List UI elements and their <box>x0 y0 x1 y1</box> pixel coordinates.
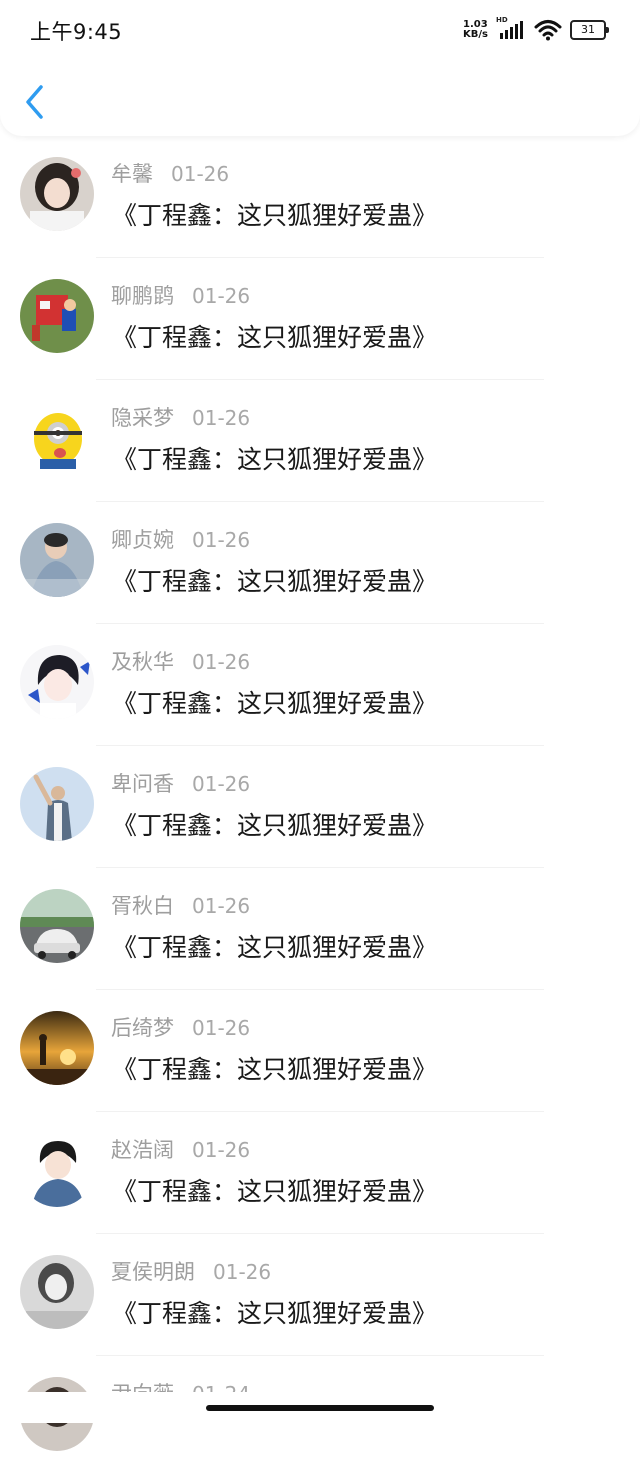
user-avatar[interactable] <box>20 1011 94 1085</box>
list-item[interactable]: 胥秋白 01-26 《丁程鑫：这只狐狸好爱蛊》 <box>0 868 640 990</box>
comment-title[interactable]: 《丁程鑫：这只狐狸好爱蛊》 <box>112 806 437 842</box>
comment-date: 01-26 <box>192 894 251 918</box>
user-name[interactable]: 后绮梦 <box>111 1016 174 1040</box>
user-avatar[interactable] <box>20 645 94 719</box>
back-button[interactable] <box>22 84 48 120</box>
comment-meta: 聊鹏鹍 01-26 <box>111 280 250 310</box>
comment-title[interactable]: 《丁程鑫：这只狐狸好爱蛊》 <box>112 684 437 720</box>
comment-meta: 隐采梦 01-26 <box>111 402 250 432</box>
network-speed-unit: KB/s <box>463 29 488 40</box>
comment-date: 01-26 <box>192 284 251 308</box>
comment-meta: 牟馨 01-26 <box>111 158 229 188</box>
user-name[interactable]: 及秋华 <box>111 650 174 674</box>
user-name[interactable]: 夏侯明朗 <box>111 1260 195 1284</box>
top-header: 上午9:45 1.03 KB/s HD 31 <box>0 0 640 136</box>
user-avatar[interactable] <box>20 1133 94 1207</box>
chevron-left-icon <box>26 85 43 119</box>
home-indicator[interactable] <box>206 1405 434 1411</box>
comment-title[interactable]: 《丁程鑫：这只狐狸好爱蛊》 <box>112 1294 437 1330</box>
comment-date: 01-26 <box>192 528 251 552</box>
comment-meta: 赵浩阔 01-26 <box>111 1134 250 1164</box>
comment-title[interactable]: 《丁程鑫：这只狐狸好爱蛊》 <box>112 1050 437 1086</box>
wifi-icon <box>534 19 562 41</box>
comment-date: 01-26 <box>213 1260 272 1284</box>
cellular-signal-icon: HD <box>496 16 526 41</box>
comment-date: 01-26 <box>192 772 251 796</box>
user-name[interactable]: 赵浩阔 <box>111 1138 174 1162</box>
network-speed: 1.03 KB/s <box>463 20 488 40</box>
list-item[interactable]: 赵浩阔 01-26 《丁程鑫：这只狐狸好爱蛊》 <box>0 1112 640 1234</box>
list-item[interactable]: 及秋华 01-26 《丁程鑫：这只狐狸好爱蛊》 <box>0 624 640 746</box>
comment-title[interactable]: 《丁程鑫：这只狐狸好爱蛊》 <box>112 440 437 476</box>
comment-title[interactable]: 《丁程鑫：这只狐狸好爱蛊》 <box>112 562 437 598</box>
list-item[interactable]: 夏侯明朗 01-26 《丁程鑫：这只狐狸好爱蛊》 <box>0 1234 640 1356</box>
list-item[interactable]: 聊鹏鹍 01-26 《丁程鑫：这只狐狸好爱蛊》 <box>0 258 640 380</box>
status-time: 上午9:45 <box>30 20 123 44</box>
user-name[interactable]: 隐采梦 <box>111 406 174 430</box>
comment-date: 01-26 <box>192 406 251 430</box>
comment-meta: 卑问香 01-26 <box>111 768 250 798</box>
user-avatar[interactable] <box>20 523 94 597</box>
comment-title[interactable]: 《丁程鑫：这只狐狸好爱蛊》 <box>112 318 437 354</box>
user-name[interactable]: 牟馨 <box>111 162 153 186</box>
user-avatar[interactable] <box>20 767 94 841</box>
comment-date: 01-26 <box>192 650 251 674</box>
comment-meta: 夏侯明朗 01-26 <box>111 1256 271 1286</box>
list-item[interactable]: 卑问香 01-26 《丁程鑫：这只狐狸好爱蛊》 <box>0 746 640 868</box>
status-bar: 上午9:45 1.03 KB/s HD 31 <box>0 0 640 60</box>
user-avatar[interactable] <box>20 279 94 353</box>
comment-meta: 及秋华 01-26 <box>111 646 250 676</box>
user-name[interactable]: 卿贞婉 <box>111 528 174 552</box>
user-name[interactable]: 胥秋白 <box>111 894 174 918</box>
comment-meta: 胥秋白 01-26 <box>111 890 250 920</box>
comment-date: 01-26 <box>171 162 230 186</box>
comment-date: 01-26 <box>192 1138 251 1162</box>
comment-list: 牟馨 01-26 《丁程鑫：这只狐狸好爱蛊》 聊鹏鹍 01-26 《丁程鑫：这只狐狸… <box>0 136 640 1478</box>
list-item[interactable]: 隐采梦 01-26 《丁程鑫：这只狐狸好爱蛊》 <box>0 380 640 502</box>
user-avatar[interactable] <box>20 157 94 231</box>
comment-meta: 卿贞婉 01-26 <box>111 524 250 554</box>
user-name[interactable]: 卑问香 <box>111 772 174 796</box>
comment-date: 01-26 <box>192 1016 251 1040</box>
comment-title[interactable]: 《丁程鑫：这只狐狸好爱蛊》 <box>112 196 437 232</box>
user-avatar[interactable] <box>20 889 94 963</box>
list-item[interactable]: 卿贞婉 01-26 《丁程鑫：这只狐狸好爱蛊》 <box>0 502 640 624</box>
user-name[interactable]: 聊鹏鹍 <box>111 284 174 308</box>
comment-meta: 后绮梦 01-26 <box>111 1012 250 1042</box>
battery-icon: 31 <box>570 20 609 40</box>
list-item[interactable]: 后绮梦 01-26 《丁程鑫：这只狐狸好爱蛊》 <box>0 990 640 1112</box>
comment-title[interactable]: 《丁程鑫：这只狐狸好爱蛊》 <box>112 928 437 964</box>
list-item[interactable]: 牟馨 01-26 《丁程鑫：这只狐狸好爱蛊》 <box>0 136 640 258</box>
comment-title[interactable]: 《丁程鑫：这只狐狸好爱蛊》 <box>112 1172 437 1208</box>
user-avatar[interactable] <box>20 1255 94 1329</box>
user-avatar[interactable] <box>20 401 94 475</box>
status-icons: 1.03 KB/s HD 31 <box>463 16 609 42</box>
